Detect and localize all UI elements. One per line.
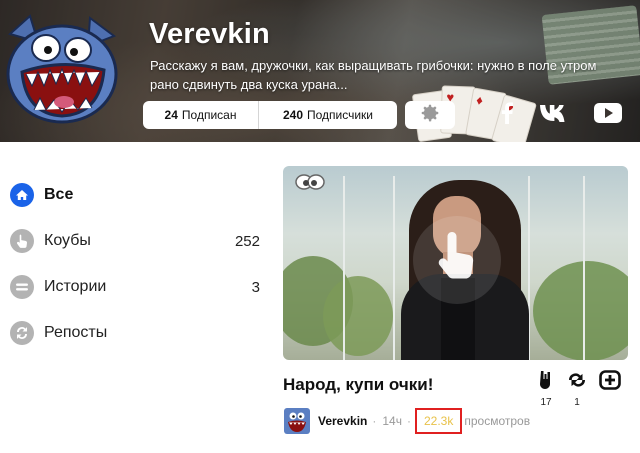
nav-item-coubs-label: Коубы	[44, 232, 91, 249]
nav-item-stories-count: 3	[251, 278, 260, 296]
recoub-button[interactable]: 1	[566, 370, 588, 408]
home-icon	[10, 183, 34, 207]
channel-description: Расскажу я вам, дружочки, как выращивать…	[150, 58, 597, 92]
nav-item-coubs[interactable]: Коубы 252	[10, 218, 260, 264]
coub-time: 14ч	[382, 414, 402, 428]
tap-hand-icon	[434, 228, 480, 293]
recoub-icon	[566, 373, 588, 394]
author-name[interactable]: Verevkin	[318, 414, 367, 428]
like-button[interactable]: 17	[535, 370, 557, 408]
add-icon	[599, 370, 621, 394]
follow-stats: 24 Подписан 240 Подписчики	[143, 101, 397, 129]
followers-button[interactable]: 240 Подписчики	[259, 101, 397, 129]
meta-separator: ·	[406, 414, 411, 428]
followers-count: 240	[282, 108, 303, 122]
nav-item-coubs-count: 252	[234, 232, 260, 250]
nav-item-stories[interactable]: Истории 3	[10, 264, 260, 310]
hand-icon	[10, 229, 34, 253]
nav-item-reposts-label: Репосты	[44, 324, 108, 341]
settings-button[interactable]	[405, 101, 455, 129]
views-count: 22.3k	[414, 408, 463, 434]
nav-item-reposts[interactable]: Репосты	[10, 310, 260, 356]
horns-icon	[536, 371, 556, 394]
vk-icon	[539, 104, 569, 127]
gear-icon	[419, 102, 441, 129]
repost-icon	[10, 321, 34, 345]
nav-item-all-label: Все	[44, 186, 74, 203]
following-count: 24	[164, 108, 178, 122]
coub-logo	[293, 172, 327, 197]
facebook-link[interactable]	[493, 101, 521, 129]
meta-separator: ·	[372, 414, 377, 428]
nav-item-all[interactable]: Все	[10, 172, 260, 218]
author-avatar[interactable]	[284, 408, 310, 434]
facebook-icon	[498, 101, 516, 129]
recoub-count: 1	[574, 397, 580, 408]
youtube-icon	[594, 102, 622, 128]
add-to-collection-button[interactable]	[599, 370, 621, 395]
followers-label: Подписчики	[307, 108, 374, 122]
vk-link[interactable]	[540, 102, 568, 128]
play-button[interactable]	[413, 216, 501, 304]
coub-meta: Verevkin · 14ч · 22.3k просмотров	[284, 408, 530, 434]
channel-avatar[interactable]	[4, 12, 122, 124]
following-button[interactable]: 24 Подписан	[143, 101, 259, 129]
nav-item-stories-label: Истории	[44, 278, 107, 295]
channel-nav: Все Коубы 252 Истории 3 Репосты	[10, 172, 260, 356]
channel-title: Verevkin	[149, 18, 270, 50]
views-label: просмотров	[464, 414, 531, 428]
coub-title[interactable]: Народ, купи очки!	[283, 375, 433, 395]
coub-video-player[interactable]	[283, 166, 628, 360]
following-label: Подписан	[181, 108, 237, 122]
like-count: 17	[540, 397, 552, 408]
list-icon	[10, 275, 34, 299]
youtube-link[interactable]	[594, 102, 622, 128]
channel-header: ♥ ♥ ♦ ♥ Verevkin Расскажу я вам, дружочк…	[0, 0, 640, 142]
